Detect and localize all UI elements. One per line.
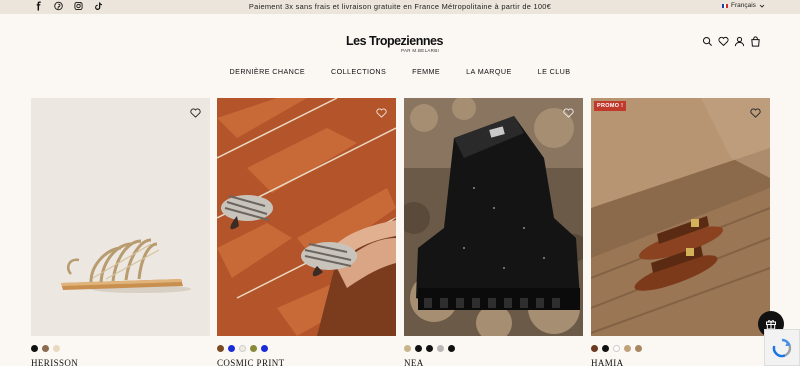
language-selector[interactable]: Français — [722, 2, 765, 9]
color-swatch[interactable] — [228, 345, 235, 352]
product-card-nea[interactable] — [404, 98, 583, 336]
announcement-bar: Paiement 3x sans frais et livraison grat… — [0, 0, 800, 14]
color-swatch[interactable] — [53, 345, 60, 352]
language-label: Français — [731, 2, 756, 9]
product-image-hamia[interactable] — [591, 98, 770, 336]
product-name[interactable]: HERISSON — [31, 358, 78, 366]
product-name[interactable]: NEA — [404, 358, 424, 366]
logo-subline: PAR M.BELARBI — [401, 48, 440, 53]
recaptcha-icon — [771, 337, 793, 359]
nav-item-femme[interactable]: FEMME — [399, 67, 453, 76]
color-swatch[interactable] — [613, 345, 620, 352]
promo-badge: PROMO ! — [594, 101, 627, 111]
color-swatches-cosmic-print — [217, 345, 268, 352]
search-icon[interactable] — [702, 36, 713, 47]
nav-item-derniere-chance[interactable]: DERNIÈRE CHANCE — [217, 67, 319, 76]
product-card-hamia[interactable]: PROMO ! — [591, 98, 770, 336]
main-navigation: DERNIÈRE CHANCE COLLECTIONS FEMME LA MAR… — [0, 67, 800, 76]
french-flag-icon — [722, 3, 728, 8]
heart-icon[interactable] — [190, 108, 201, 118]
color-swatch[interactable] — [31, 345, 38, 352]
color-swatch[interactable] — [415, 345, 422, 352]
promo-message: Paiement 3x sans frais et livraison grat… — [248, 2, 552, 11]
color-swatches-herisson — [31, 345, 60, 352]
nav-item-le-club[interactable]: LE CLUB — [525, 67, 584, 76]
color-swatch[interactable] — [602, 345, 609, 352]
color-swatch[interactable] — [217, 345, 224, 352]
heart-icon[interactable] — [750, 108, 761, 118]
product-name[interactable]: COSMIC PRINT — [217, 358, 285, 366]
color-swatch[interactable] — [437, 345, 444, 352]
product-image-herisson[interactable] — [31, 98, 210, 336]
product-image-cosmic-print[interactable] — [217, 98, 396, 336]
recaptcha-badge[interactable] — [764, 329, 800, 366]
color-swatch[interactable] — [624, 345, 631, 352]
brand-logo[interactable]: Les Tropeziennes PAR M.BELARBI — [346, 34, 446, 53]
product-card-herisson[interactable] — [31, 98, 210, 336]
heart-icon[interactable] — [563, 108, 574, 118]
nav-item-la-marque[interactable]: LA MARQUE — [453, 67, 525, 76]
color-swatch[interactable] — [448, 345, 455, 352]
color-swatch[interactable] — [250, 345, 257, 352]
chevron-down-icon — [759, 3, 765, 9]
logo-wordmark: Les Tropeziennes — [346, 34, 443, 48]
heart-icon[interactable] — [376, 108, 387, 118]
product-card-cosmic-print[interactable] — [217, 98, 396, 336]
color-swatch[interactable] — [404, 345, 411, 352]
color-swatch[interactable] — [261, 345, 268, 352]
site-header: Les Tropeziennes PAR M.BELARBI DERNIÈRE … — [0, 14, 800, 100]
wishlist-heart-icon[interactable] — [718, 36, 729, 47]
product-image-nea[interactable] — [404, 98, 583, 336]
header-actions — [702, 36, 761, 47]
color-swatches-hamia — [591, 345, 642, 352]
product-name[interactable]: HAMIA — [591, 358, 624, 366]
shopping-bag-icon[interactable] — [750, 36, 761, 47]
product-grid: PROMO ! — [31, 98, 771, 338]
nav-item-collections[interactable]: COLLECTIONS — [318, 67, 399, 76]
color-swatch[interactable] — [42, 345, 49, 352]
color-swatch[interactable] — [426, 345, 433, 352]
color-swatches-nea — [404, 345, 455, 352]
color-swatch[interactable] — [635, 345, 642, 352]
color-swatch[interactable] — [239, 345, 246, 352]
color-swatch[interactable] — [591, 345, 598, 352]
account-user-icon[interactable] — [734, 36, 745, 47]
